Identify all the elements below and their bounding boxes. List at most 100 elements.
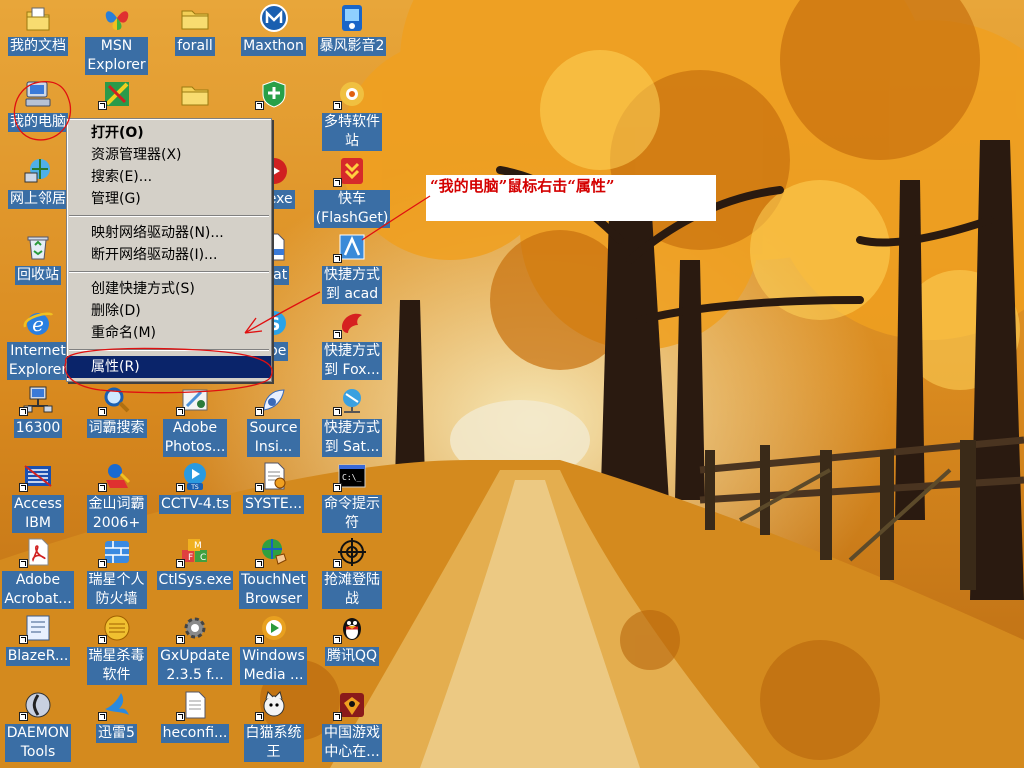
desktop-icon[interactable]: 网上邻居	[0, 153, 76, 229]
desktop-icon[interactable]: F C M CtlSys.exe	[156, 534, 234, 610]
desktop-icon[interactable]: Maxthon	[236, 0, 312, 76]
desktop-icon[interactable]: 腾讯QQ	[314, 610, 390, 686]
menu-item[interactable]: 映射网络驱动器(N)...	[67, 222, 271, 244]
desktop-icon[interactable]: 暴风影音2	[314, 0, 390, 76]
desktop-icon-label: Adobe Acrobat...	[2, 571, 74, 610]
shortcut-arrow-icon	[97, 482, 107, 492]
desktop-icon[interactable]: SYSTE...	[236, 458, 312, 534]
desktop-icon[interactable]: Access IBM	[0, 458, 76, 534]
menu-item[interactable]: 创建快捷方式(S)	[67, 278, 271, 300]
desktop-icon[interactable]: 16300	[0, 382, 76, 458]
msn-butterfly-icon	[105, 11, 128, 30]
desktop-icon[interactable]: 迅雷5	[79, 687, 155, 763]
shortcut-arrow-icon	[176, 635, 185, 645]
folder-icon	[181, 10, 209, 30]
desktop-icon[interactable]: 瑞星个人 防火墙	[79, 534, 155, 610]
menu-item[interactable]: 属性(R)	[67, 356, 271, 378]
desktop-icon[interactable]: GxUpdate 2.3.5 f...	[157, 610, 233, 686]
desktop-icon-label: 迅雷5	[96, 723, 137, 743]
desktop-icon-label: 抢滩登陆 战	[322, 571, 382, 610]
desktop-icon[interactable]: 词霸搜索	[79, 382, 155, 458]
desktop-icon-label: 快车 (FlashGet)	[313, 189, 391, 228]
shortcut-arrow-icon	[254, 101, 264, 111]
desktop-icon[interactable]: 白猫系统 王	[236, 687, 312, 763]
desktop-icon-grid: 我的文档 MSN Explorer forall Maxthon 暴风影音2 我的电脑 多特…	[0, 0, 400, 768]
desktop-icon[interactable]: TS CCTV-4.ts	[157, 458, 233, 534]
desktop-icon-label: BlazeR...	[5, 647, 71, 667]
menu-item[interactable]: 打开(O)	[67, 122, 271, 144]
desktop-icon[interactable]: 抢滩登陆 战	[314, 534, 390, 610]
desktop-icon[interactable]: Adobe Acrobat...	[0, 534, 76, 610]
desktop-icon[interactable]: TouchNet Browser	[236, 534, 312, 610]
my-documents-icon	[26, 7, 50, 31]
desktop-icon[interactable]: BlazeR...	[0, 610, 76, 686]
desktop-icon[interactable]: 我的电脑	[0, 76, 76, 152]
shortcut-arrow-icon	[97, 406, 107, 416]
desktop-icon-label: Source Insi...	[247, 418, 300, 457]
shortcut-arrow-icon	[19, 406, 28, 416]
desktop-icon-label: Maxthon	[241, 37, 306, 56]
shortcut-arrow-icon	[254, 406, 264, 416]
shortcut-arrow-icon	[19, 482, 28, 492]
desktop-icon[interactable]: e Internet Explorer	[0, 305, 76, 381]
shortcut-arrow-icon	[333, 711, 342, 721]
media-player-icon	[342, 5, 362, 31]
menu-item[interactable]: 断开网络驱动器(I)...	[67, 244, 271, 266]
desktop-icon[interactable]: forall	[157, 0, 233, 76]
context-menu: 打开(O) 资源管理器(X) 搜索(E)... 管理(G) 映射网络驱动器(N)... 断…	[66, 118, 272, 382]
desktop-icon-label: 暴风影音2	[317, 37, 387, 56]
desktop-icon[interactable]: 金山词霸 2006+	[79, 458, 155, 534]
desktop-icon[interactable]: Adobe Photos...	[157, 382, 233, 458]
recycle-bin-icon	[27, 236, 49, 260]
shortcut-arrow-icon	[333, 330, 342, 340]
desktop-icon-label: TouchNet Browser	[239, 571, 308, 610]
desktop-icon-label: 多特软件 站	[322, 113, 382, 152]
menu-item[interactable]: 重命名(M)	[67, 322, 271, 344]
menu-item[interactable]: 管理(G)	[67, 188, 271, 210]
desktop-icon[interactable]: 中国游戏 中心在...	[314, 687, 390, 763]
shortcut-arrow-icon	[254, 635, 264, 645]
shortcut-arrow-icon	[333, 635, 342, 645]
shortcut-arrow-icon	[176, 559, 185, 569]
desktop-icon[interactable]: 瑞星杀毒 软件	[79, 610, 155, 686]
desktop-icon[interactable]: Windows Media ...	[236, 610, 312, 686]
menu-item[interactable]: 搜索(E)...	[67, 166, 271, 188]
folder-icon	[181, 86, 209, 106]
desktop-icon-label: GxUpdate 2.3.5 f...	[158, 647, 232, 686]
desktop-icon-label: 瑞星杀毒 软件	[86, 647, 147, 686]
desktop-icon-label: heconfi...	[160, 723, 230, 743]
desktop-icon-label: 快捷方式 到 Sat...	[322, 418, 382, 457]
internet-explorer-icon: e	[23, 312, 54, 336]
shortcut-arrow-icon	[176, 406, 185, 416]
desktop-icon-label: CtlSys.exe	[156, 571, 234, 591]
shortcut-arrow-icon	[254, 482, 264, 492]
desktop-icon[interactable]: C:\_ 命令提示 符	[314, 458, 390, 534]
desktop-icon[interactable]: heconfi...	[157, 687, 233, 763]
desktop-icon[interactable]: 快车 (FlashGet)	[313, 153, 391, 229]
desktop-icon-label: 中国游戏 中心在...	[322, 723, 382, 762]
desktop-icon[interactable]: 快捷方式 到 Fox...	[314, 305, 390, 381]
menu-item[interactable]: 删除(D)	[67, 300, 271, 322]
shortcut-arrow-icon	[19, 635, 28, 645]
svg-text:M: M	[194, 541, 202, 551]
menu-separator	[69, 271, 269, 273]
desktop-icon[interactable]: DAEMON Tools	[0, 687, 76, 763]
desktop-icon[interactable]: 多特软件 站	[314, 76, 390, 152]
desktop-icon-label: 我的电脑	[8, 113, 68, 133]
shortcut-arrow-icon	[333, 406, 342, 416]
desktop-icon[interactable]: Source Insi...	[236, 382, 312, 458]
desktop-icon-label: 金山词霸 2006+	[86, 494, 147, 533]
desktop-icon[interactable]: 回收站	[0, 229, 76, 305]
desktop-icon[interactable]: 快捷方式 到 acad	[314, 229, 390, 305]
menu-item[interactable]: 资源管理器(X)	[67, 144, 271, 166]
desktop-icon[interactable]: MSN Explorer	[79, 0, 155, 76]
svg-text:C:\_: C:\_	[342, 473, 361, 482]
desktop-icon[interactable]: 我的文档	[0, 0, 76, 76]
menu-separator	[69, 349, 269, 351]
maxthon-icon	[259, 4, 288, 32]
desktop-icon-label: 腾讯QQ	[324, 647, 380, 667]
shortcut-arrow-icon	[254, 711, 264, 721]
desktop-icon[interactable]: 快捷方式 到 Sat...	[314, 382, 390, 458]
annotation-text: “我的电脑”鼠标右击“属性”	[430, 177, 615, 195]
shortcut-arrow-icon	[333, 253, 342, 263]
